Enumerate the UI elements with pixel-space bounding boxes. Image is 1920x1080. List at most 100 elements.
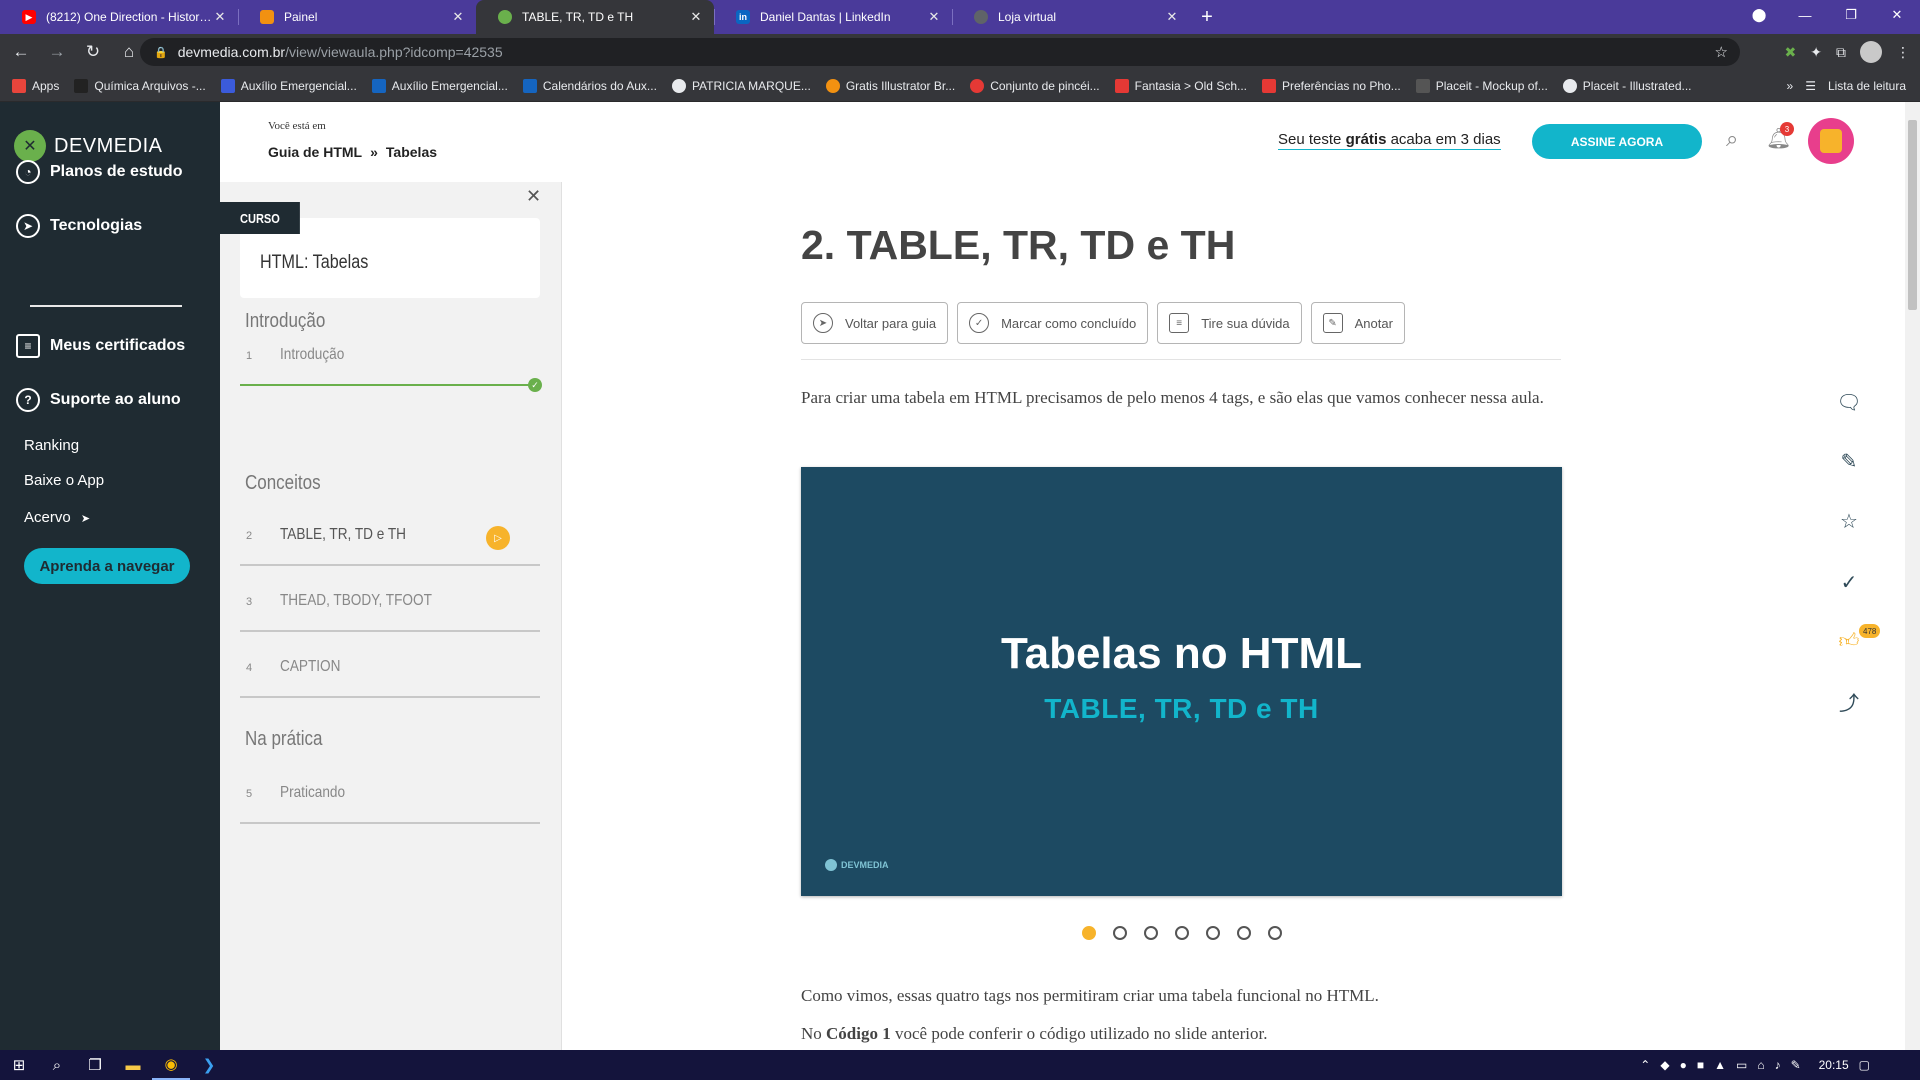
windows-start-icon[interactable]: ⊞ (0, 1050, 38, 1080)
reload-icon[interactable]: ↻ (78, 42, 108, 62)
lesson-item-3[interactable]: 3 THEAD, TBODY, TFOOT (240, 570, 540, 632)
close-tab-icon[interactable]: ✕ (688, 9, 704, 25)
edit-note-icon[interactable]: ✎ (1836, 448, 1862, 474)
vscode-icon[interactable]: ❯ (190, 1050, 228, 1080)
slide-dot[interactable] (1144, 926, 1158, 940)
forward-arrow-icon[interactable]: → (42, 42, 72, 62)
task-view-icon[interactable]: ❐ (76, 1050, 114, 1080)
close-icon[interactable]: ✕ (526, 186, 541, 207)
bookmark-item[interactable]: Placeit - Illustrated... (1562, 78, 1692, 93)
browser-tab-loja[interactable]: Loja virtual ✕ (952, 0, 1190, 34)
page-scrollbar[interactable] (1905, 102, 1920, 1050)
clock-time[interactable]: 20:15 (1819, 1058, 1849, 1072)
slide-pagination (1082, 926, 1282, 940)
breadcrumb-guide[interactable]: Guia de HTML (268, 144, 362, 160)
course-sidebar: CURSO ✕ HTML: Tabelas Introdução 1 Intro… (220, 182, 562, 1050)
battery-icon[interactable]: ▭ (1736, 1058, 1747, 1072)
chevron-up-icon[interactable]: ⌃ (1640, 1058, 1650, 1072)
more-bookmarks-button[interactable]: » (1787, 79, 1794, 93)
file-explorer-icon[interactable]: ▬ (114, 1050, 152, 1080)
slide-dot[interactable] (1206, 926, 1220, 940)
learn-navigate-button[interactable]: Aprenda a navegar (24, 548, 190, 584)
tray-app-icon[interactable]: ■ (1697, 1058, 1704, 1072)
slide-dot[interactable] (1237, 926, 1251, 940)
share-icon[interactable]: ⤴ (1836, 688, 1862, 715)
slide-dot[interactable] (1113, 926, 1127, 940)
breadcrumb-current[interactable]: Tabelas (386, 144, 437, 160)
close-tab-icon[interactable]: ✕ (212, 9, 228, 25)
check-circle-icon[interactable]: ✓ (1836, 569, 1862, 595)
notification-center-icon[interactable]: ▢ (1859, 1058, 1870, 1072)
take-note-button[interactable]: ✎ Anotar (1310, 302, 1405, 344)
slide-dot[interactable] (1082, 926, 1096, 940)
nav-ranking[interactable]: Ranking (24, 437, 79, 454)
bookmark-item[interactable]: Preferências no Pho... (1262, 78, 1401, 93)
tray-app-icon[interactable]: ● (1680, 1058, 1687, 1072)
nav-download-app[interactable]: Baixe o App (24, 472, 104, 489)
volume-icon[interactable]: ♪ (1775, 1058, 1781, 1072)
mark-complete-button[interactable]: ✓ Marcar como concluído (957, 302, 1149, 344)
lesson-item-5[interactable]: 5 Praticando (240, 762, 540, 824)
nav-plans[interactable]: ◔ Planos de estudo (16, 160, 182, 184)
ask-question-button[interactable]: ≡ Tire sua dúvida (1157, 302, 1302, 344)
slide-dot[interactable] (1268, 926, 1282, 940)
puzzle-icon[interactable]: ⧉ (1836, 44, 1846, 61)
extension-icon[interactable]: ✖ (1785, 44, 1797, 61)
back-arrow-icon[interactable]: ← (6, 42, 36, 62)
nav-certificates[interactable]: ≡ Meus certificados (16, 334, 185, 358)
reading-list-icon[interactable]: ☰ (1805, 79, 1816, 93)
slide-dot[interactable] (1175, 926, 1189, 940)
bookmark-item[interactable]: PATRICIA MARQUE... (671, 78, 811, 93)
slide-viewer[interactable]: Tabelas no HTML TABLE, TR, TD e TH DEVME… (801, 467, 1562, 896)
scrollbar-thumb[interactable] (1908, 120, 1917, 310)
nav-support[interactable]: ? Suporte ao aluno (16, 388, 181, 412)
bookmark-item[interactable]: Placeit - Mockup of... (1415, 78, 1548, 93)
bookmark-item[interactable]: Conjunto de pincéi... (970, 78, 1100, 93)
network-icon[interactable]: ⌂ (1757, 1058, 1764, 1072)
tab-search-icon[interactable]: ⬤ (1736, 7, 1782, 23)
nav-technologies[interactable]: ➤ Tecnologias (16, 214, 142, 238)
bookmark-item[interactable]: Auxílio Emergencial... (220, 78, 357, 93)
nav-collection[interactable]: Acervo ➤ (24, 509, 90, 526)
lesson-number: 5 (246, 788, 253, 800)
tray-app-icon[interactable]: ▲ (1714, 1058, 1726, 1072)
browser-tab-linkedin[interactable]: in Daniel Dantas | LinkedIn ✕ (714, 0, 952, 34)
browser-tab-youtube[interactable]: ▶ (8212) One Direction - History (O ✕ (0, 0, 238, 34)
bookmark-item[interactable]: Química Arquivos -... (74, 78, 206, 93)
bookmark-star-icon[interactable]: ☆ (1715, 43, 1728, 61)
search-icon[interactable]: ⌕ (1726, 126, 1738, 152)
bookmark-apps[interactable]: Apps (12, 78, 59, 93)
minimize-button[interactable]: — (1782, 8, 1828, 23)
bookmark-item[interactable]: Fantasia > Old Sch... (1114, 78, 1247, 93)
comment-icon[interactable]: 🗨︎ (1836, 389, 1862, 415)
browser-tab-active[interactable]: TABLE, TR, TD e TH ✕ (476, 0, 714, 34)
subscribe-button[interactable]: ASSINE AGORA (1532, 124, 1702, 159)
close-tab-icon[interactable]: ✕ (1164, 9, 1180, 25)
browser-tab-painel[interactable]: Painel ✕ (238, 0, 476, 34)
lesson-item-4[interactable]: 4 CAPTION (240, 636, 540, 698)
devmedia-logo[interactable]: ✕ DEVMEDIA (14, 130, 162, 162)
lesson-item-2[interactable]: 2 TABLE, TR, TD e TH ▷ (240, 504, 540, 566)
reading-list-label[interactable]: Lista de leitura (1828, 79, 1906, 93)
address-bar[interactable]: 🔒 devmedia.com.br/view/viewaula.php?idco… (140, 38, 1740, 66)
search-icon[interactable]: ⌕ (38, 1050, 76, 1080)
close-tab-icon[interactable]: ✕ (450, 9, 466, 25)
star-icon[interactable]: ☆ (1836, 508, 1862, 534)
bookmark-item[interactable]: Auxílio Emergencial... (371, 78, 508, 93)
trial-notice[interactable]: Seu teste grátis acaba em 3 dias (1278, 131, 1501, 150)
back-to-guide-button[interactable]: ➤ Voltar para guia (801, 302, 949, 344)
close-tab-icon[interactable]: ✕ (926, 9, 942, 25)
pen-icon[interactable]: ✎ (1791, 1058, 1801, 1072)
user-avatar[interactable] (1808, 118, 1854, 164)
profile-avatar[interactable] (1860, 41, 1882, 63)
lesson-item-1[interactable]: 1 Introdução ✓ (240, 324, 542, 392)
bookmark-item[interactable]: Gratis Illustrator Br... (825, 78, 955, 93)
bookmark-item[interactable]: Calendários do Aux... (522, 78, 657, 93)
extension-icon[interactable]: ✦ (1810, 44, 1822, 61)
menu-dots-icon[interactable]: ⋮ (1896, 44, 1910, 61)
maximize-button[interactable]: ❐ (1828, 7, 1874, 23)
chrome-icon[interactable]: ◉ (152, 1050, 190, 1080)
new-tab-button[interactable]: + (1190, 0, 1224, 34)
close-window-button[interactable]: ✕ (1874, 7, 1920, 23)
tray-app-icon[interactable]: ◆ (1660, 1058, 1669, 1072)
